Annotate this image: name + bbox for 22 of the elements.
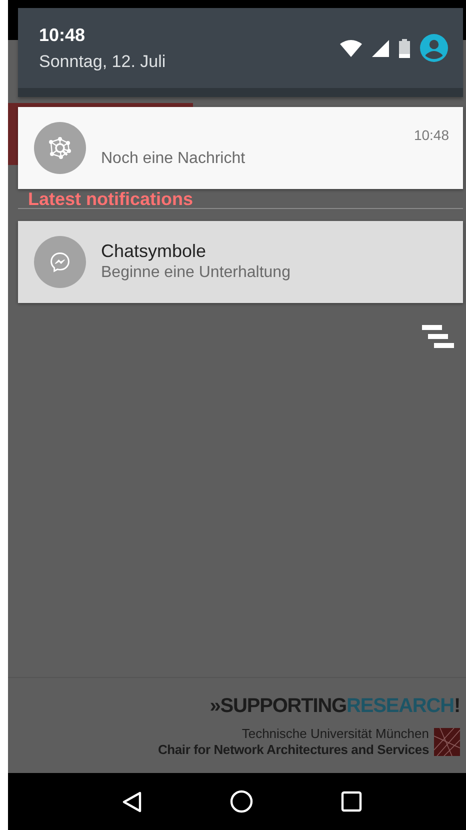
university-logo-icon — [434, 728, 460, 756]
notification-time: 10:48 — [414, 127, 449, 143]
notification-card[interactable]: Noch eine Nachricht 10:48 — [18, 107, 463, 189]
slogan-text: »SUPPORTINGRESEARCH! — [210, 694, 460, 718]
home-icon[interactable] — [230, 790, 253, 813]
back-icon[interactable] — [122, 790, 142, 812]
university-name: Technische Universität München — [242, 726, 429, 742]
stacked-lines-icon[interactable] — [422, 325, 454, 349]
user-avatar-icon[interactable] — [420, 34, 448, 62]
wifi-icon — [340, 40, 362, 56]
chat-bubble-icon — [49, 251, 71, 273]
status-time: 10:48 — [39, 24, 86, 46]
notification-text: Noch eine Nachricht — [101, 149, 246, 169]
network-search-icon — [48, 136, 72, 160]
notification-text: Beginne eine Unterhaltung — [101, 263, 292, 283]
status-date: Sonntag, 12. Juli — [39, 50, 167, 72]
recents-icon[interactable] — [341, 791, 362, 812]
notification-title: Chatsymbole — [101, 240, 208, 262]
chair-name: Chair for Network Architectures and Services — [158, 742, 429, 758]
battery-icon — [399, 38, 410, 58]
notification-card[interactable]: Chatsymbole Beginne eine Unterhaltung — [18, 221, 463, 303]
section-title: Latest notifications — [28, 189, 194, 209]
